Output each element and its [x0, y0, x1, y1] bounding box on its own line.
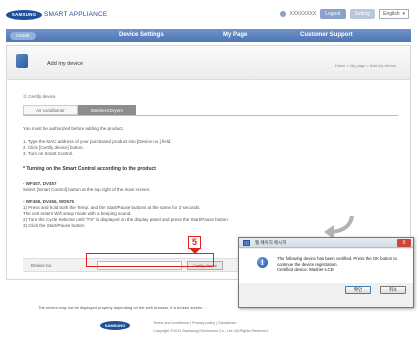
brand-name: SMART APPLIANCE [44, 11, 108, 18]
cancel-button[interactable]: 취소 [380, 286, 406, 294]
product-tabs: Air conditioner Washers/Dryers [23, 105, 136, 115]
nav-home-button[interactable]: HOME [10, 31, 36, 40]
model-group-2-line-4: 3) Click the Start/Pause button. [23, 223, 86, 228]
nav-item-my-page[interactable]: My Page [223, 32, 247, 38]
dialog-body: i The following device has been certifie… [239, 249, 413, 283]
highlight-box [86, 253, 214, 267]
info-icon: i [257, 257, 268, 268]
intro-text: You must be authorized before adding the… [23, 126, 124, 131]
model-group-1-text: Select [Smart Control] button at the top… [23, 187, 151, 192]
step-1-text: 1. Type the MAC address of your purchase… [23, 139, 172, 144]
top-bar: SAMSUNG SMART APPLIANCE XXXXXXXX Logout … [0, 0, 417, 28]
panel-header: Add my device Home > My page > Add my de… [7, 46, 410, 80]
user-name: XXXXXXXX [289, 11, 317, 17]
breadcrumb: Home > My page > Add my device [334, 63, 396, 68]
language-select[interactable]: English ▾ [379, 9, 409, 19]
model-group-2: - WF455, DV455, WD575 [23, 199, 75, 204]
footer-links[interactable]: Terms and conditions | Privacy policy | … [153, 321, 236, 325]
dialog-title-bar[interactable]: 웹 페이지 메시지 X [239, 238, 413, 248]
tab-air-conditioner[interactable]: Air conditioner [23, 105, 78, 115]
tab-washers-dryers[interactable]: Washers/Dryers [77, 105, 136, 115]
nav-item-device-settings[interactable]: Device Settings [119, 32, 164, 38]
ok-button[interactable]: 확인 [345, 286, 371, 294]
smart-control-heading: * Turning on the Smart Control according… [23, 166, 156, 172]
step-3-text: 3. Turn on Smart Control. [23, 151, 74, 156]
footer-note: The screen may not be displayed properly… [38, 305, 207, 310]
footer-copyright: Copyright ©2011 Samsung Electronics Co.,… [153, 329, 269, 333]
language-value: English [383, 11, 400, 17]
logout-button[interactable]: Logout [320, 9, 346, 19]
window-icon [243, 240, 250, 246]
model-group-2-line-2: The unit enters Wifi setup mode with a b… [23, 211, 132, 216]
user-icon [279, 11, 286, 17]
dialog-message: The following device has been certified.… [277, 256, 397, 273]
close-button[interactable]: X [397, 239, 411, 247]
user-area: XXXXXXXX Logout Setting English ▾ [279, 9, 409, 19]
device-icon [16, 54, 28, 68]
model-group-2-line-1: 1) Press and hold both the Temp. and the… [23, 205, 201, 210]
footer-samsung-logo: SAMSUNG [100, 321, 130, 330]
dialog-message-line-1: The following device has been certified.… [277, 256, 397, 261]
divider [23, 115, 398, 116]
device-no-label: Device no. [31, 263, 53, 268]
setting-button[interactable]: Setting [349, 9, 376, 19]
chevron-down-icon: ▾ [402, 11, 405, 17]
samsung-logo[interactable]: SAMSUNG [6, 10, 42, 20]
message-dialog: 웹 페이지 메시지 X i The following device has b… [238, 237, 414, 308]
model-group-1: - WF457, DV457 [23, 181, 57, 186]
nav-item-customer-support[interactable]: Customer Support [300, 32, 353, 38]
page-title: Add my device [47, 61, 84, 67]
section-label: ① Certify device [23, 94, 56, 99]
step-2-text: 2. Click [Certify device] button. [23, 145, 84, 150]
step-number-badge: 5 [188, 236, 201, 249]
dialog-message-line-3: Certified device: Washer-LCD [277, 267, 334, 272]
dialog-title: 웹 페이지 메시지 [255, 240, 287, 245]
model-group-2-line-3: 2) Turn the Cycle Selector until "FS" is… [23, 217, 230, 222]
main-nav: HOME Device Settings My Page Customer Su… [6, 29, 411, 42]
